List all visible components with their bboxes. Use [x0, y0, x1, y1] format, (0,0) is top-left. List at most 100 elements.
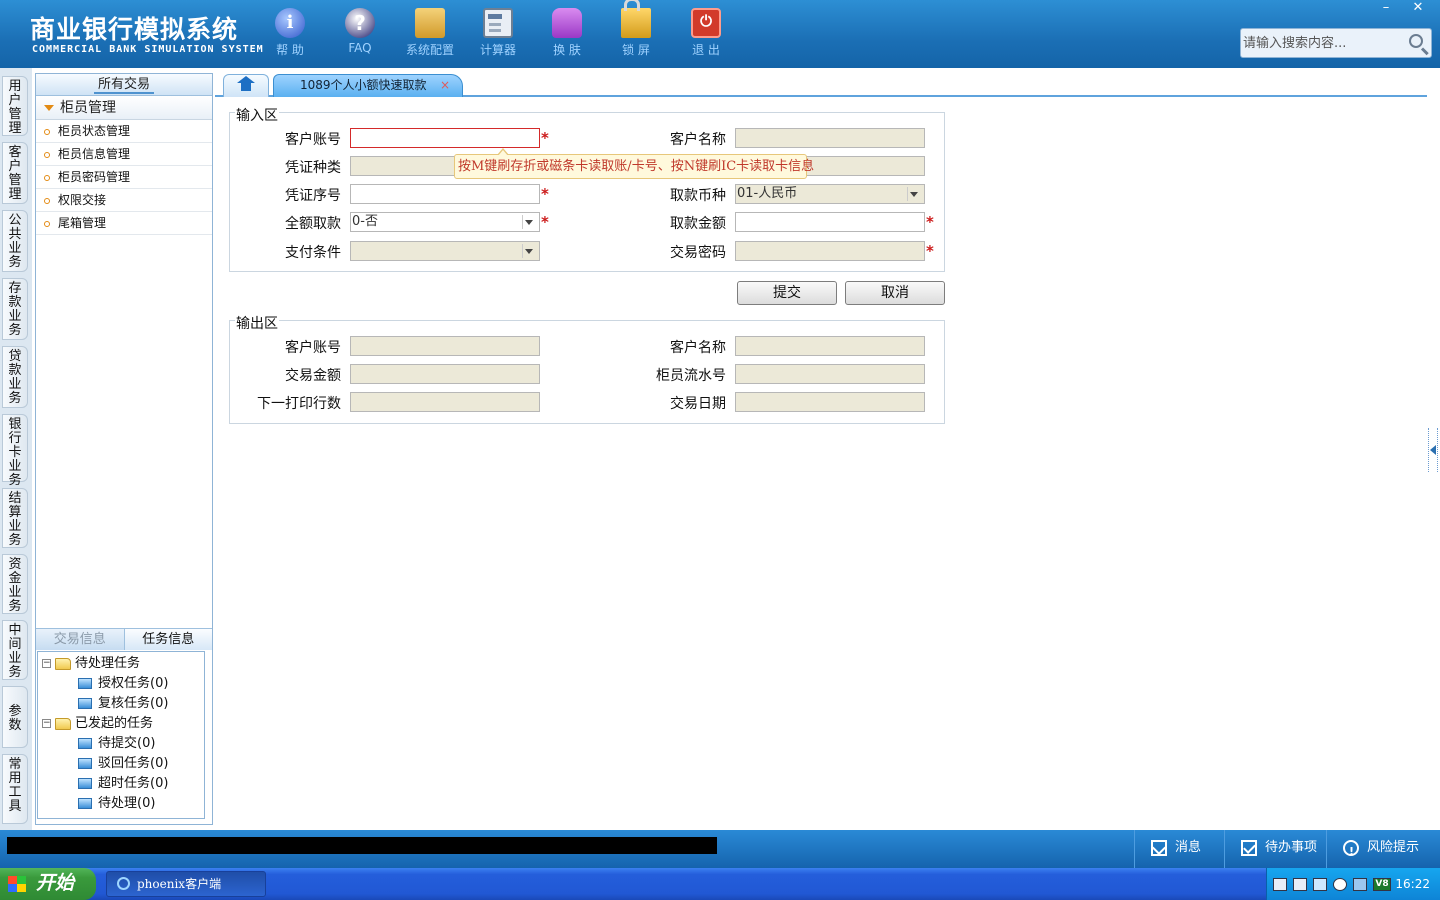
full-withdraw-select[interactable]: 0-否 [350, 212, 540, 232]
todo-button[interactable]: 待办事项 [1224, 830, 1326, 868]
collapse-toggle-icon[interactable]: − [42, 719, 51, 728]
tree-node-rejected[interactable]: 驳回任务(0) [78, 754, 168, 774]
risk-alert-button[interactable]: 风险提示 [1326, 830, 1440, 870]
skin-button[interactable]: 换 肤 [535, 8, 599, 58]
bullet-icon [44, 128, 50, 135]
tab-quick-withdrawal[interactable]: 1089个人小额快速取款 × [273, 74, 463, 97]
v8-tray-icon[interactable]: V8 [1373, 878, 1391, 891]
out-trans-amount-field [350, 364, 540, 384]
category-tab-card[interactable]: 银行卡业务 [2, 414, 28, 488]
app-subtitle: COMMERCIAL BANK SIMULATION SYSTEM [32, 44, 264, 55]
lock-icon [621, 0, 651, 38]
category-tab-public[interactable]: 公共业务 [2, 210, 28, 272]
full-withdraw-label: 全额取款 [285, 216, 341, 232]
tree-node-initiated[interactable]: − 已发起的任务 [42, 714, 153, 734]
faq-button[interactable]: ? FAQ [328, 8, 392, 55]
sidebar-item-teller-info[interactable]: 柜员信息管理 [36, 143, 212, 166]
help-button[interactable]: i 帮 助 [258, 8, 322, 58]
tab-task-info[interactable]: 任务信息 [123, 629, 212, 650]
checkbox-icon [1241, 840, 1257, 856]
voucher-no-input[interactable] [350, 184, 540, 204]
teller-management-group[interactable]: 柜员管理 [36, 96, 212, 120]
customer-account-input[interactable] [350, 128, 540, 148]
shirt-icon [552, 8, 582, 38]
password-input[interactable] [735, 241, 925, 261]
password-label: 交易密码 [670, 245, 726, 261]
start-button[interactable]: 开始 [0, 868, 96, 900]
home-icon [237, 76, 255, 92]
currency-label: 取款币种 [670, 188, 726, 204]
search-icon[interactable] [1409, 34, 1423, 48]
system-config-label: 系统配置 [405, 43, 454, 57]
voucher-type-label: 凭证种类 [285, 160, 341, 176]
category-tab-deposit[interactable]: 存款业务 [2, 278, 28, 340]
tree-node-pending[interactable]: − 待处理任务 [42, 654, 140, 674]
close-icon[interactable]: × [440, 75, 450, 96]
calculator-button[interactable]: 计算器 [466, 8, 530, 58]
sidebar-item-permission-handover[interactable]: 权限交接 [36, 189, 212, 212]
close-window-button[interactable]: ✕ [1402, 0, 1434, 18]
folder-icon [78, 778, 92, 789]
collapse-toggle-icon[interactable]: − [42, 659, 51, 668]
cancel-button[interactable]: 取消 [845, 281, 945, 305]
tree-node-to-submit[interactable]: 待提交(0) [78, 734, 155, 754]
tree-node-label: 驳回任务(0) [98, 756, 169, 771]
network-icon[interactable] [1313, 878, 1327, 891]
category-tab-user[interactable]: 用户管理 [2, 76, 28, 136]
category-tab-customer[interactable]: 客户管理 [2, 142, 28, 204]
expand-triangle-icon [44, 105, 54, 111]
sidebar-item-label: 权限交接 [58, 193, 107, 207]
pay-condition-select[interactable] [350, 241, 540, 261]
tree-node-review[interactable]: 复核任务(0) [78, 694, 168, 714]
pay-condition-label: 支付条件 [285, 245, 341, 261]
submit-button[interactable]: 提交 [737, 281, 837, 305]
taskbar-item-phoenix[interactable]: phoenix客户端 [106, 871, 266, 897]
exit-button[interactable]: ⏻ 退 出 [674, 8, 738, 58]
required-mark: * [541, 129, 549, 147]
sidebar-item-teller-password[interactable]: 柜员密码管理 [36, 166, 212, 189]
category-tab-funds[interactable]: 资金业务 [2, 554, 28, 614]
back-arrow-icon[interactable] [1333, 878, 1347, 891]
risk-alert-label: 风险提示 [1367, 840, 1420, 855]
out-teller-serial-label: 柜员流水号 [656, 368, 726, 384]
category-tab-intermediary[interactable]: 中间业务 [2, 620, 28, 680]
out-trans-amount-label: 交易金额 [285, 368, 341, 384]
monitor-icon[interactable] [1353, 878, 1367, 891]
voucher-no-label: 凭证序号 [285, 188, 341, 204]
envelope-icon [1151, 840, 1167, 856]
minimize-button[interactable]: – [1370, 0, 1402, 18]
tree-node-authorize[interactable]: 授权任务(0) [78, 674, 168, 694]
category-tab-settlement[interactable]: 结算业务 [2, 488, 28, 548]
lock-screen-button[interactable]: 锁 屏 [604, 0, 668, 58]
search-input[interactable] [1243, 33, 1403, 53]
amount-input[interactable] [735, 212, 925, 232]
home-tab[interactable] [223, 74, 269, 97]
messages-button[interactable]: 消息 [1134, 830, 1224, 868]
help-tray-icon[interactable] [1293, 878, 1307, 891]
category-tab-loan[interactable]: 贷款业务 [2, 346, 28, 408]
tree-node-label: 已发起的任务 [75, 716, 154, 731]
system-config-button[interactable]: 系统配置 [398, 8, 462, 58]
panel-collapse-handle[interactable] [1428, 428, 1438, 472]
out-customer-name-label: 客户名称 [670, 340, 726, 356]
tree-node-to-process[interactable]: 待处理(0) [78, 794, 155, 814]
bullet-icon [44, 174, 50, 181]
folder-open-icon [55, 657, 71, 670]
currency-select[interactable]: 01-人民币 [735, 184, 925, 204]
sidebar-item-label: 柜员状态管理 [58, 124, 131, 138]
all-transactions-header[interactable]: 所有交易 [36, 74, 212, 96]
sidebar-item-teller-status[interactable]: 柜员状态管理 [36, 120, 212, 143]
category-tab-params[interactable]: 参数 [2, 686, 28, 748]
help-label: 帮 助 [276, 43, 304, 57]
all-transactions-label: 所有交易 [93, 77, 154, 94]
select-divider [522, 244, 523, 258]
sidebar-item-cash-box[interactable]: 尾箱管理 [36, 212, 212, 235]
messages-label: 消息 [1175, 840, 1202, 855]
tree-node-label: 复核任务(0) [98, 696, 169, 711]
category-tab-tools[interactable]: 常用工具 [2, 754, 28, 824]
tree-node-timeout[interactable]: 超时任务(0) [78, 774, 168, 794]
out-teller-serial-field [735, 364, 925, 384]
tab-transaction-info[interactable]: 交易信息 [36, 629, 124, 650]
app-title: 商业银行模拟系统 [30, 15, 239, 44]
keyboard-icon[interactable] [1273, 878, 1287, 891]
